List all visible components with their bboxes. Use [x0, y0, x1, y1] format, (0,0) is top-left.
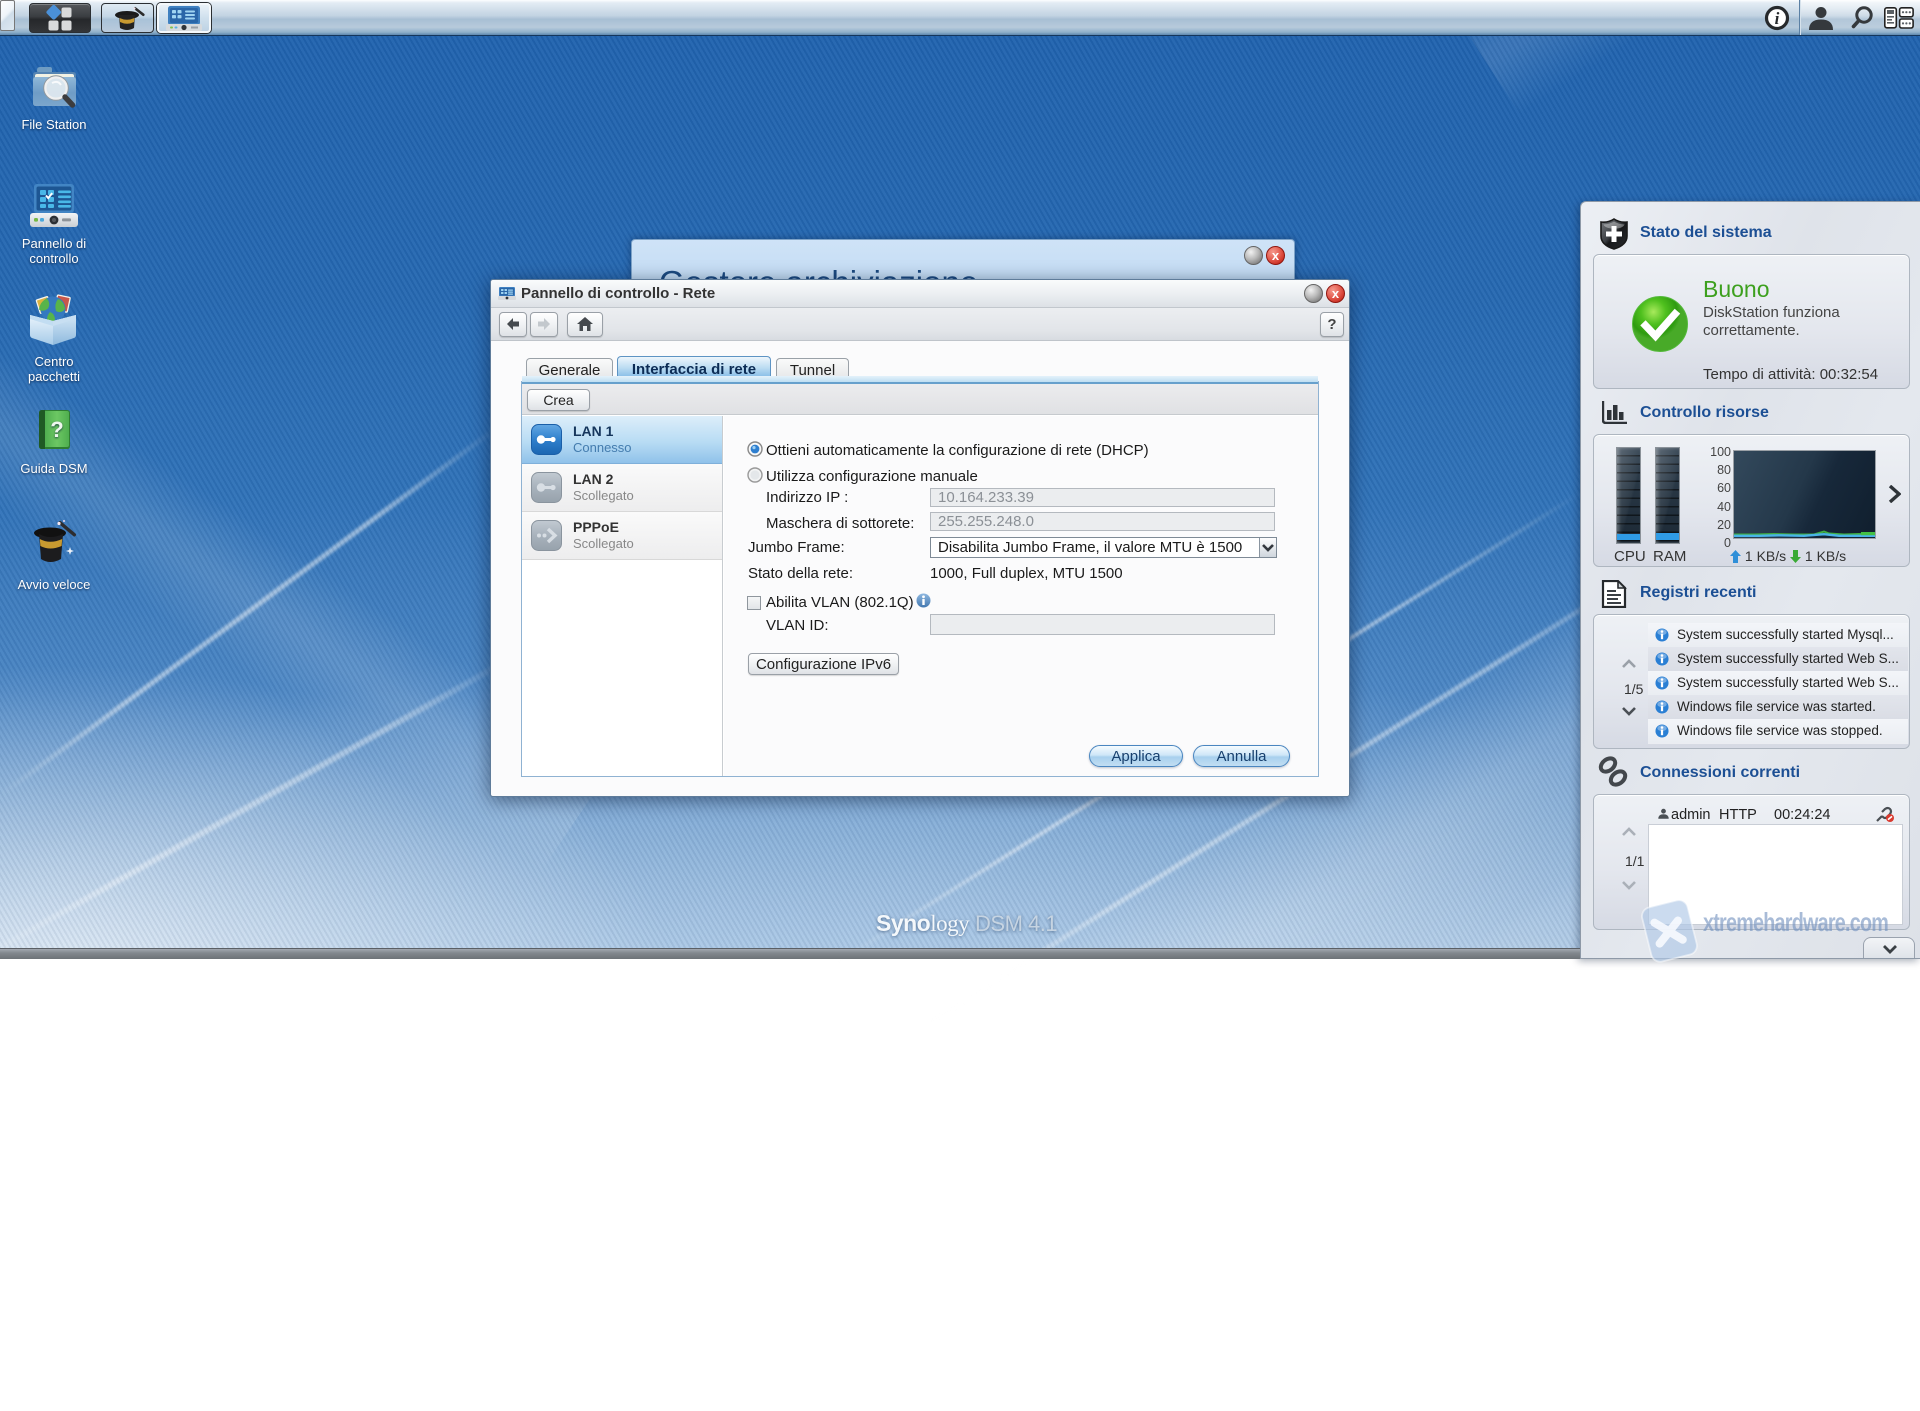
svg-text:i: i — [1775, 9, 1780, 28]
svg-text:?: ? — [50, 417, 63, 442]
